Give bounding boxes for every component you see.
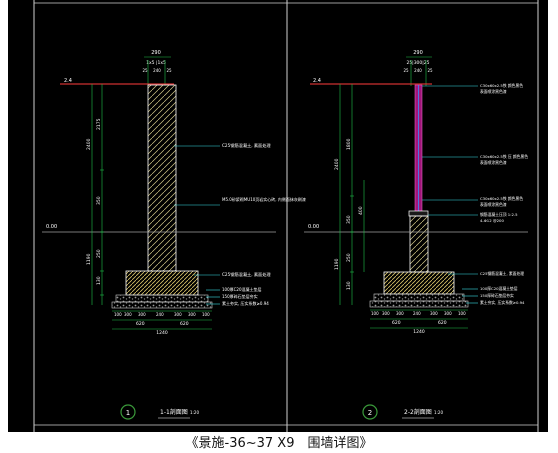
d1-vdim-2: 2175: [96, 118, 102, 130]
d1-vdim-6: 130: [96, 276, 102, 285]
d2-bdim-5: 300: [430, 311, 438, 316]
d2-note-5: C30x60x2.5铁 颜色黑色: [480, 196, 523, 201]
d2-note-8: 4-Φ12 @200: [480, 218, 504, 223]
d1-gravel-layer: [111, 301, 213, 309]
d2-btotal: 1240: [413, 329, 425, 335]
detail-2-section: 290 25|300|25 25 240 25 2.4 0.00 2400 18…: [304, 50, 528, 420]
d1-wall-body: [147, 84, 177, 272]
d1-scale: 1:20: [190, 410, 199, 415]
d1-footing: [125, 270, 199, 296]
d2-section-no: 2: [368, 409, 372, 417]
d1-note-1: C25钢筋混凝土, 素面处理: [222, 142, 271, 149]
d2-bdim-2: 300: [382, 311, 390, 316]
d2-vdim-6: 250: [346, 253, 352, 262]
cad-sheet: 290 1x5 |1x5 25 240 25 2.4 0.00 2400 217…: [33, 0, 539, 432]
d2-note-2: 表面喷涂黑色漆: [480, 89, 507, 94]
d2-bsub-1: 620: [392, 320, 401, 326]
d1-bdim-6: 300: [188, 312, 196, 317]
d1-note-2: M5.0砂浆砌MU10页岩实心砖, 内侧面抹灰刷漆: [222, 196, 306, 202]
d2-bdim-4: 240: [413, 311, 421, 316]
d2-note-9: C25钢筋混凝土, 素面处理: [480, 271, 524, 276]
d2-vdim-2: 1800: [346, 138, 352, 150]
d2-vdim-1: 2400: [334, 158, 340, 170]
detail-1-section: 290 1x5 |1x5 25 240 25 2.4 0.00 2400 217…: [42, 50, 306, 420]
d2-bdim-3: 300: [396, 311, 404, 316]
d2-note-7: 钢筋混凝土压顶 1:2.5: [480, 212, 518, 217]
d2-bdim-6: 300: [444, 311, 452, 316]
d1-top-level: 2.4: [64, 78, 72, 84]
d1-top-dim-parts: 1x5 |1x5: [146, 60, 166, 66]
d2-top-dim-left: 25: [403, 68, 409, 73]
d2-vdim-4: 350: [346, 215, 352, 224]
d2-scale: 1:20: [434, 410, 443, 415]
cad-drawing-area: 290 1x5 |1x5 25 240 25 2.4 0.00 2400 217…: [8, 0, 548, 432]
d1-vdim-4: 350: [96, 196, 102, 205]
d1-bsub-2: 620: [180, 321, 189, 327]
d2-top-level: 2.4: [313, 78, 321, 84]
d1-vdim-1: 2400: [86, 138, 92, 150]
figure-caption: 《景施-36~37 X9 围墙详图》: [185, 436, 373, 451]
d1-note-5: 150厚碎石垫层夯实: [222, 293, 258, 299]
d1-concrete-cushion: [115, 294, 209, 303]
d1-section-no: 1: [126, 409, 130, 417]
d2-pier-body: [409, 215, 429, 273]
d1-bdim-2: 300: [124, 312, 132, 317]
d1-btotal: 1240: [156, 330, 168, 336]
d1-vdim-3: 1190: [86, 253, 92, 265]
d1-note-3: C25钢筋混凝土, 素面处理: [222, 271, 271, 278]
d1-bdim-4: 240: [156, 312, 164, 317]
d2-bsub-2: 620: [438, 320, 447, 326]
d2-footing: [383, 271, 455, 295]
d2-vdim-7: 130: [346, 281, 352, 290]
d1-section-title: 1-1剖面图: [160, 408, 188, 416]
d2-vdim-5: 1190: [334, 258, 340, 270]
d2-note-1: C30x60x2.5铁 颜色黑色: [480, 83, 523, 88]
d1-top-dim-left: 25: [142, 68, 148, 73]
d2-note-11: 150厚碎石垫层夯实: [480, 293, 514, 298]
d2-note-10: 100厚C20混凝土垫层: [480, 286, 518, 291]
d1-bdim-7: 100: [202, 312, 210, 317]
d2-bdim-1: 100: [371, 311, 379, 316]
d2-gravel-layer: [369, 300, 469, 308]
d2-top-dim-right: 25: [427, 68, 433, 73]
d1-bdim-1: 100: [114, 312, 122, 317]
d1-bdim-3: 300: [138, 312, 146, 317]
d1-note-6: 素土夯实, 压实系数≥0.94: [222, 300, 269, 306]
d1-bdim-5: 300: [174, 312, 182, 317]
d2-bdim-7: 100: [458, 311, 466, 316]
d1-top-dim-mid: 240: [153, 68, 161, 73]
d2-top-dim-overall: 290: [413, 50, 423, 56]
d2-concrete-cushion: [373, 293, 465, 302]
d2-note-6: 表面喷涂黑色漆: [480, 202, 507, 207]
d1-note-4: 100厚C20混凝土垫层: [222, 286, 262, 292]
d2-top-dim-mid: 240: [414, 68, 422, 73]
d1-top-dim-overall: 290: [151, 50, 161, 56]
d2-pier-cap: [408, 210, 429, 217]
d2-vdim-3: 400: [358, 206, 364, 215]
d1-bsub-1: 620: [136, 321, 145, 327]
d2-note-3: C30x60x2.5铁 压 颜色黑色: [480, 154, 528, 159]
d1-ground-level: 0.00: [46, 224, 57, 230]
d2-note-12: 素土夯实, 压实系数≥0.94: [480, 300, 525, 305]
d1-vdim-5: 250: [96, 249, 102, 258]
d2-ground-level: 0.00: [308, 224, 319, 230]
d1-top-dim-right: 25: [166, 68, 172, 73]
d2-note-4: 表面喷涂黑色漆: [480, 160, 507, 165]
d2-section-title: 2-2剖面图: [404, 408, 432, 416]
